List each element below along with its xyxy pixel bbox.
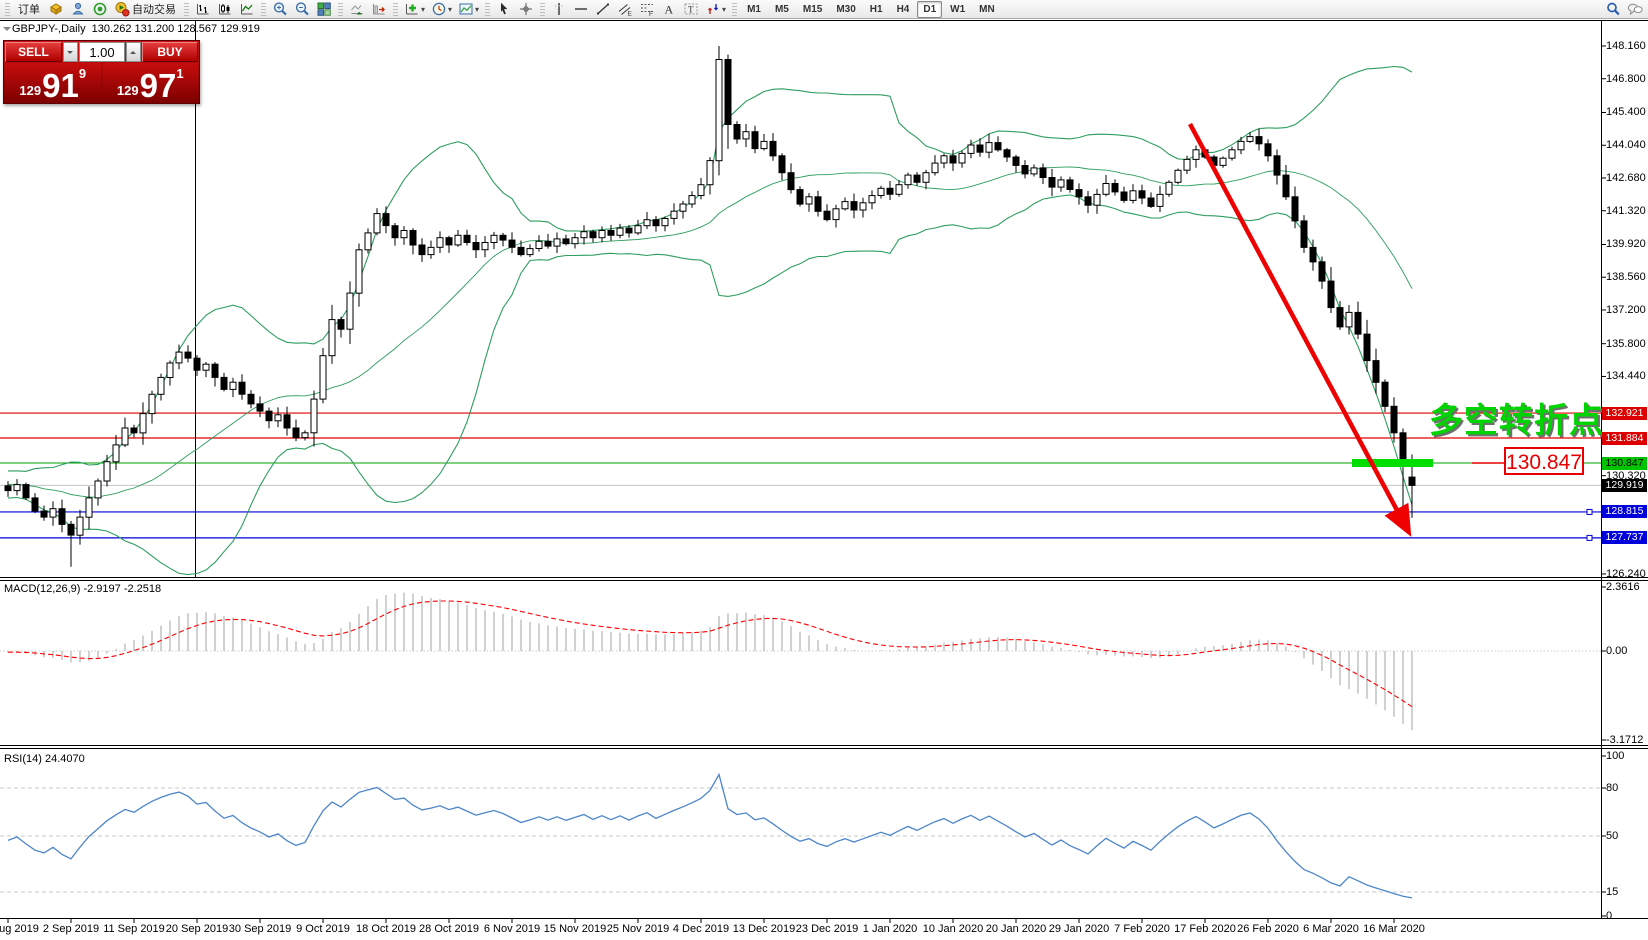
price-badge: 131.884	[1602, 432, 1647, 445]
price-tick: 148.160	[1606, 40, 1646, 52]
rsi-label: RSI(14) 24.4070	[4, 753, 85, 765]
date-label: 15 Nov 2019	[544, 923, 606, 935]
date-label: 20 Sep 2019	[166, 923, 228, 935]
date-label: 9 Oct 2019	[296, 923, 350, 935]
price-badge: 130.847	[1602, 457, 1647, 470]
buy-price-sup: 1	[176, 66, 183, 81]
triangle-down-icon	[67, 51, 73, 57]
date-label: 2 Sep 2019	[43, 923, 99, 935]
price-callout-box: 130.847	[1504, 447, 1584, 475]
sell-price-prefix: 129	[19, 83, 41, 98]
turning-point-annotation: 多空转折点	[1429, 393, 1604, 442]
triangle-up-icon	[130, 48, 136, 54]
date-label: 6 Mar 2020	[1303, 923, 1359, 935]
one-click-collapse-icon[interactable]	[3, 27, 11, 35]
date-label: 30 Sep 2019	[229, 923, 291, 935]
price-tick: 134.440	[1606, 370, 1646, 382]
rsi-tick: 0	[1606, 910, 1612, 922]
date-label: 28 Oct 2019	[419, 923, 479, 935]
date-label: 20 Jan 2020	[986, 923, 1047, 935]
buy-button[interactable]: BUY	[142, 42, 198, 62]
price-tick: 139.920	[1606, 238, 1646, 250]
macd-label: MACD(12,26,9) -2.9197 -2.2518	[4, 583, 161, 595]
date-label: 26 Feb 2020	[1237, 923, 1299, 935]
buy-price[interactable]: 129971	[103, 63, 199, 102]
sell-price-big: 91	[42, 69, 79, 102]
chart-plot[interactable]	[0, 0, 1648, 940]
date-label: 25 Nov 2019	[607, 923, 669, 935]
price-badge: 129.919	[1602, 479, 1647, 492]
price-badge: 128.815	[1602, 505, 1647, 518]
macd-tick: 0.00	[1606, 645, 1627, 657]
price-tick: 141.320	[1606, 205, 1646, 217]
volume-input[interactable]	[79, 42, 125, 62]
buy-price-prefix: 129	[117, 83, 139, 98]
price-tick: 135.800	[1606, 338, 1646, 350]
macd-tick: 2.3616	[1606, 581, 1640, 593]
rsi-tick: 15	[1606, 886, 1618, 898]
sell-price-sup: 9	[79, 66, 86, 81]
one-click-trading-panel: SELL BUY 129919 129971	[3, 40, 200, 104]
mt4-window: 订单自动交易▾▾▾EFAT▾M1M5M15M30H1H4D1W1MN GBPJP…	[0, 0, 1648, 940]
price-tick: 126.240	[1606, 568, 1646, 580]
buy-price-big: 97	[140, 69, 177, 102]
price-tick: 144.040	[1606, 139, 1646, 151]
date-label: 17 Feb 2020	[1174, 923, 1236, 935]
price-badge: 127.737	[1602, 531, 1647, 544]
date-label: 1 Jan 2020	[863, 923, 917, 935]
date-label: 7 Feb 2020	[1114, 923, 1170, 935]
date-label: 13 Dec 2019	[733, 923, 795, 935]
price-tick: 142.680	[1606, 172, 1646, 184]
chart-canvas[interactable]	[0, 0, 1648, 940]
date-label: 4 Dec 2019	[673, 923, 729, 935]
rsi-tick: 50	[1606, 830, 1618, 842]
price-badge: 132.921	[1602, 407, 1647, 420]
date-label: 16 Mar 2020	[1363, 923, 1425, 935]
chart-title: GBPJPY-,Daily 130.262 131.200 128.567 12…	[12, 23, 260, 35]
macd-tick: -3.1712	[1606, 734, 1643, 746]
date-label: 11 Sep 2019	[103, 923, 165, 935]
sell-button[interactable]: SELL	[5, 42, 62, 62]
rsi-tick: 100	[1606, 750, 1624, 762]
volume-increase-button[interactable]	[126, 42, 141, 62]
price-tick: 138.560	[1606, 271, 1646, 283]
volume-decrease-button[interactable]	[63, 42, 78, 62]
date-label: 23 Dec 2019	[796, 923, 858, 935]
date-label: 10 Jan 2020	[923, 923, 984, 935]
rsi-tick: 80	[1606, 782, 1618, 794]
date-label: 18 Oct 2019	[356, 923, 416, 935]
date-label: 6 Nov 2019	[484, 923, 540, 935]
sell-price[interactable]: 129919	[5, 63, 101, 102]
price-tick: 137.200	[1606, 304, 1646, 316]
price-tick: 145.400	[1606, 106, 1646, 118]
date-label: 23 Aug 2019	[0, 923, 39, 935]
price-tick: 146.800	[1606, 73, 1646, 85]
date-label: 29 Jan 2020	[1049, 923, 1110, 935]
